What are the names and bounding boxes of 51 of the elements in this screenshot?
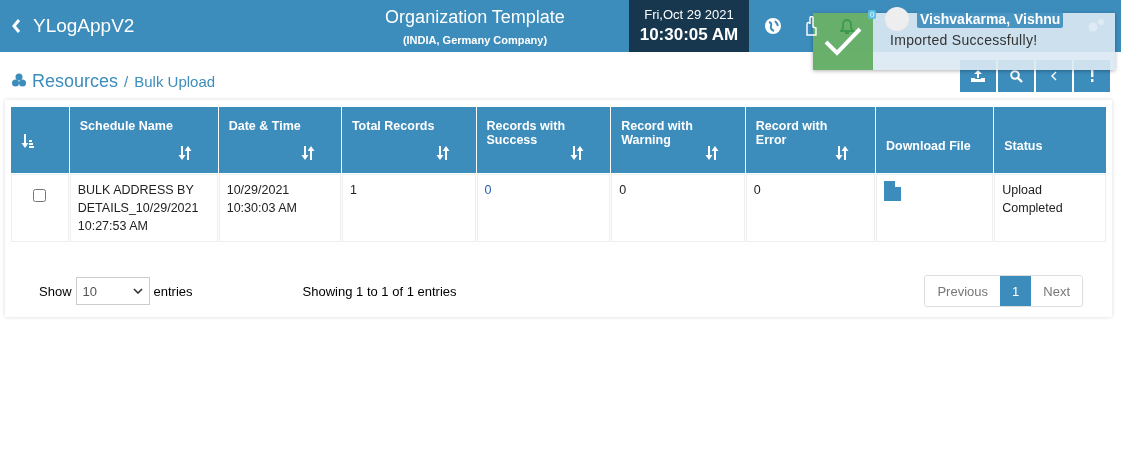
- success-count-link[interactable]: 0: [484, 183, 492, 197]
- sort-icon[interactable]: [177, 146, 192, 160]
- sort-icon[interactable]: [570, 146, 585, 160]
- notification-badge: 0: [868, 10, 877, 19]
- column-header[interactable]: Records with Success: [476, 107, 611, 173]
- column-header[interactable]: Record with Error: [745, 107, 875, 173]
- hand-icon[interactable]: [803, 16, 817, 36]
- sort-icon[interactable]: [21, 133, 35, 148]
- table-cell: 10/29/2021 10:30:03 AM: [226, 183, 297, 215]
- avatar: [885, 7, 909, 31]
- sort-icon[interactable]: [835, 146, 849, 160]
- breadcrumb-page: Bulk Upload: [134, 72, 216, 90]
- table-cell: BULK ADDRESS BY DETAILS_10/29/2021 10:27:53 AM: [77, 183, 199, 233]
- table-cell: 0: [753, 183, 761, 197]
- column-header: Status: [994, 107, 1106, 173]
- sort-icon[interactable]: [300, 146, 315, 160]
- entries-label: entries: [153, 283, 193, 299]
- breadcrumb-section[interactable]: Resources: [32, 70, 119, 92]
- toast-message: Imported Successfully!: [890, 32, 1038, 50]
- table-cell: Upload Completed: [1002, 183, 1063, 215]
- file-icon[interactable]: [884, 181, 901, 201]
- page-button[interactable]: 1: [1000, 276, 1032, 306]
- column-header[interactable]: Date & Time: [218, 107, 341, 173]
- column-header[interactable]: Record with Warning: [611, 107, 745, 173]
- checkmark-icon: [823, 25, 863, 58]
- time-text: 10:30:05 AM: [639, 25, 739, 45]
- breadcrumb-separator: /: [124, 72, 129, 90]
- circles-icon: [12, 72, 26, 87]
- upload-icon: [971, 70, 985, 82]
- org-subtitle: (INDIA, Germany Company): [402, 33, 548, 46]
- back-icon[interactable]: [12, 19, 21, 33]
- chevron-down-icon: [132, 288, 143, 294]
- page-size-select[interactable]: 10: [75, 277, 150, 305]
- sort-icon[interactable]: [704, 146, 719, 160]
- app-name[interactable]: YLogAppV2: [12, 15, 325, 37]
- entries-info: Showing 1 to 1 of 1 entries: [302, 283, 458, 299]
- column-header: Download File: [876, 107, 994, 173]
- user-name[interactable]: Vishvakarma, Vishnu: [917, 10, 1064, 28]
- sort-icon[interactable]: [435, 146, 450, 160]
- column-header[interactable]: Total Records: [341, 107, 476, 173]
- column-header[interactable]: Schedule Name: [69, 107, 218, 173]
- row-checkbox[interactable]: [33, 189, 47, 202]
- org-title: Organization Template: [385, 6, 565, 28]
- table-cell: 1: [349, 183, 357, 197]
- chevron-left-icon: [1050, 71, 1058, 81]
- table-cell: 0: [619, 183, 627, 197]
- bell-icon[interactable]: [839, 17, 855, 35]
- date-text: Fri,Oct 29 2021: [644, 7, 734, 22]
- exclamation-icon: [1090, 70, 1094, 82]
- search-icon: [1009, 69, 1023, 83]
- show-label: Show: [39, 283, 72, 299]
